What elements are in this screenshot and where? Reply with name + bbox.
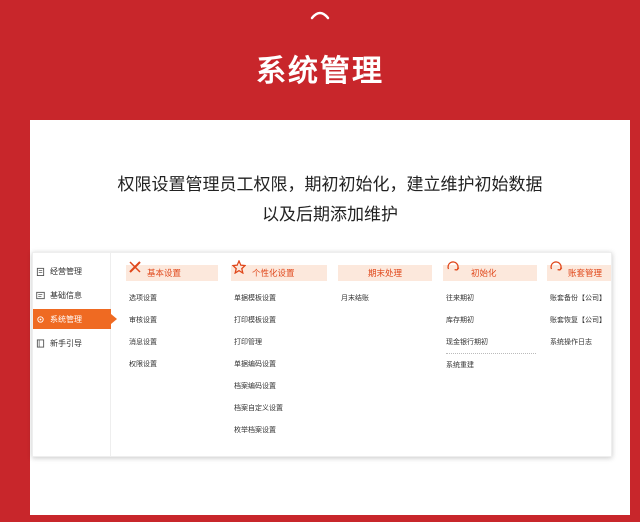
menu-item[interactable]: 权限设置 [126, 353, 218, 375]
column-period-end: 期末处理 月末结账 [338, 265, 432, 309]
menu-item[interactable]: 现金银行期初 [443, 331, 537, 353]
menu-item[interactable]: 系统操作日志 [547, 331, 611, 353]
sidebar-item-label: 新手引导 [50, 338, 82, 348]
sidebar-item-label: 经营管理 [50, 266, 82, 276]
menu-item[interactable]: 打印模板设置 [231, 309, 327, 331]
id-card-icon [36, 291, 45, 299]
menu-item[interactable]: 账套备份【公司】 [547, 287, 611, 309]
column-header: 初始化 [443, 261, 537, 281]
menu-item[interactable]: 档案自定义设置 [231, 397, 327, 419]
system-management-panel: 经营管理 基础信息 系统管理 新手引导 基本设置 选项设置 审核设置 消息设置 … [32, 252, 612, 457]
page-title: 系统管理 [256, 54, 384, 89]
column-header: 期末处理 [338, 265, 432, 281]
menu-item[interactable]: 系统重建 [443, 354, 537, 376]
menu-item[interactable]: 单据模板设置 [231, 287, 327, 309]
menu-item[interactable]: 往来期初 [443, 287, 537, 309]
active-indicator-arrow [111, 314, 117, 324]
menu-item[interactable]: 账套恢复【公司】 [547, 309, 611, 331]
column-header: 个性化设置 [231, 260, 327, 281]
column-personalization: 个性化设置 单据模板设置 打印模板设置 打印管理 单据编码设置 档案编码设置 档… [231, 260, 327, 441]
sidebar-item-basic-info[interactable]: 基础信息 [33, 285, 111, 305]
clipboard-icon [36, 267, 45, 276]
sidebar-item-label: 系统管理 [50, 314, 82, 324]
column-header: 账套管理 [547, 261, 611, 281]
refresh-icon [447, 261, 460, 271]
column-basic-settings: 基本设置 选项设置 审核设置 消息设置 权限设置 [126, 261, 218, 375]
menu-item[interactable]: 档案编码设置 [231, 375, 327, 397]
description-line-2: 以及后期添加维护 [262, 205, 398, 225]
menu-item[interactable]: 月末结账 [338, 287, 432, 309]
refresh-icon [550, 261, 563, 271]
tools-icon [129, 261, 141, 273]
menu-item[interactable]: 审核设置 [126, 309, 218, 331]
menu-item[interactable]: 枚举档案设置 [231, 419, 327, 441]
menu-item[interactable]: 打印管理 [231, 331, 327, 353]
column-header: 基本设置 [126, 261, 218, 281]
star-icon [232, 260, 246, 274]
gear-icon [37, 315, 44, 323]
menu-item[interactable]: 选项设置 [126, 287, 218, 309]
sidebar-item-label: 基础信息 [50, 290, 82, 300]
sidebar: 经营管理 基础信息 系统管理 新手引导 [33, 253, 117, 456]
content-card: 权限设置管理员工权限，期初初始化，建立维护初始数据 以及后期添加维护 经营管理 … [30, 120, 630, 515]
menu-item[interactable]: 消息设置 [126, 331, 218, 353]
sidebar-item-guide[interactable]: 新手引导 [33, 333, 111, 353]
column-account-management: 账套管理 账套备份【公司】 账套恢复【公司】 系统操作日志 [547, 261, 611, 353]
book-icon [36, 338, 45, 348]
sidebar-item-system-management[interactable]: 系统管理 [33, 309, 117, 329]
sidebar-item-operations[interactable]: 经营管理 [33, 261, 111, 281]
description-line-1: 权限设置管理员工权限，期初初始化，建立维护初始数据 [117, 175, 543, 195]
menu-item[interactable]: 库存期初 [443, 309, 537, 331]
menu-item[interactable]: 单据编码设置 [231, 353, 327, 375]
chevron-up-icon [310, 11, 330, 20]
column-initialization: 初始化 往来期初 库存期初 现金银行期初 系统重建 [443, 261, 537, 376]
